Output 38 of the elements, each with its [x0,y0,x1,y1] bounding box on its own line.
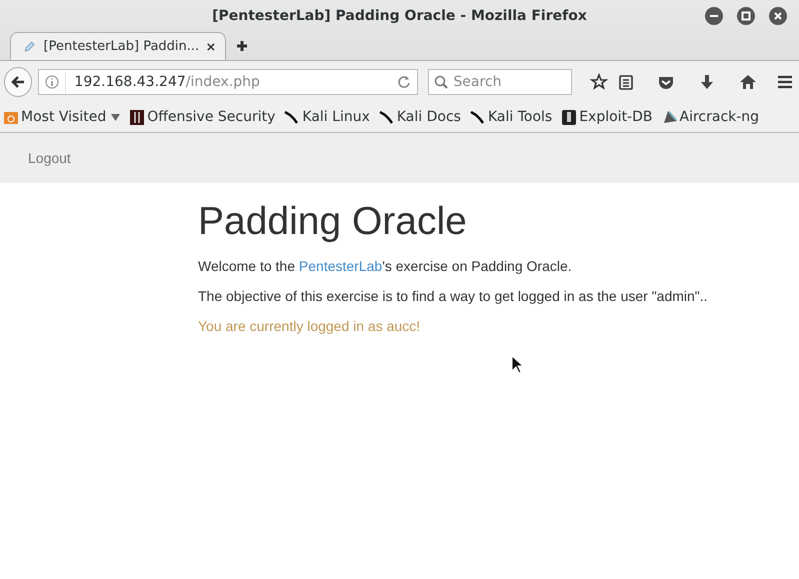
browser-tab[interactable]: [PentesterLab] Paddin... [10,32,226,60]
new-tab-icon[interactable] [236,40,248,52]
page-heading: Padding Oracle [198,201,468,244]
close-icon[interactable] [207,42,215,52]
close-button[interactable] [769,7,787,25]
search-field[interactable]: Search [428,69,572,95]
bookmark-icon [561,109,578,126]
welcome-paragraph: Welcome to the PentesterLab's exercise on Padding Oracle. [198,256,573,276]
info-icon [45,75,60,89]
mouse-cursor-icon [511,355,523,374]
reading-list-icon[interactable] [616,73,635,91]
caret-icon[interactable] [111,114,120,121]
bookmark-icon [129,109,146,126]
back-button[interactable] [4,67,32,97]
star-icon[interactable] [590,73,608,91]
logout-link[interactable]: Logout [28,148,71,168]
url-text: 192.168.43.247/index.php [65,72,392,92]
bookmark-link[interactable]: Kali Linux [284,107,370,128]
bookmark-link[interactable]: Kali Docs [378,107,461,128]
pentesterlab-link[interactable]: PentesterLab [298,258,382,274]
bookmark-link[interactable]: Offensive Security [129,107,276,128]
back-arrow-icon[interactable] [10,74,26,90]
tab-title: [PentesterLab] Paddin... [44,38,200,56]
maximize-button[interactable] [737,7,755,25]
login-status-message: You are currently logged in as aucc! [198,316,422,336]
minimize-button[interactable] [705,7,723,25]
bookmark-link[interactable]: Aircrack-ng [662,107,760,128]
maximize-icon[interactable] [741,11,751,21]
home-icon[interactable] [738,73,757,91]
bookmark-link[interactable]: Exploit-DB [561,107,652,128]
address-bar[interactable]: 192.168.43.247/index.php [38,69,418,95]
reload-icon[interactable] [397,75,412,89]
bookmark-link[interactable]: Most Visited [3,107,120,128]
window-title: [PentesterLab] Padding Oracle - Mozilla Firefox [211,7,588,26]
bookmark-link[interactable]: Kali Tools [470,107,552,128]
objective-paragraph: The objective of this exercise is to find a way to get logged in as the user "admin".. [198,286,709,306]
folder-icon [3,109,19,126]
menu-icon[interactable] [776,73,794,91]
